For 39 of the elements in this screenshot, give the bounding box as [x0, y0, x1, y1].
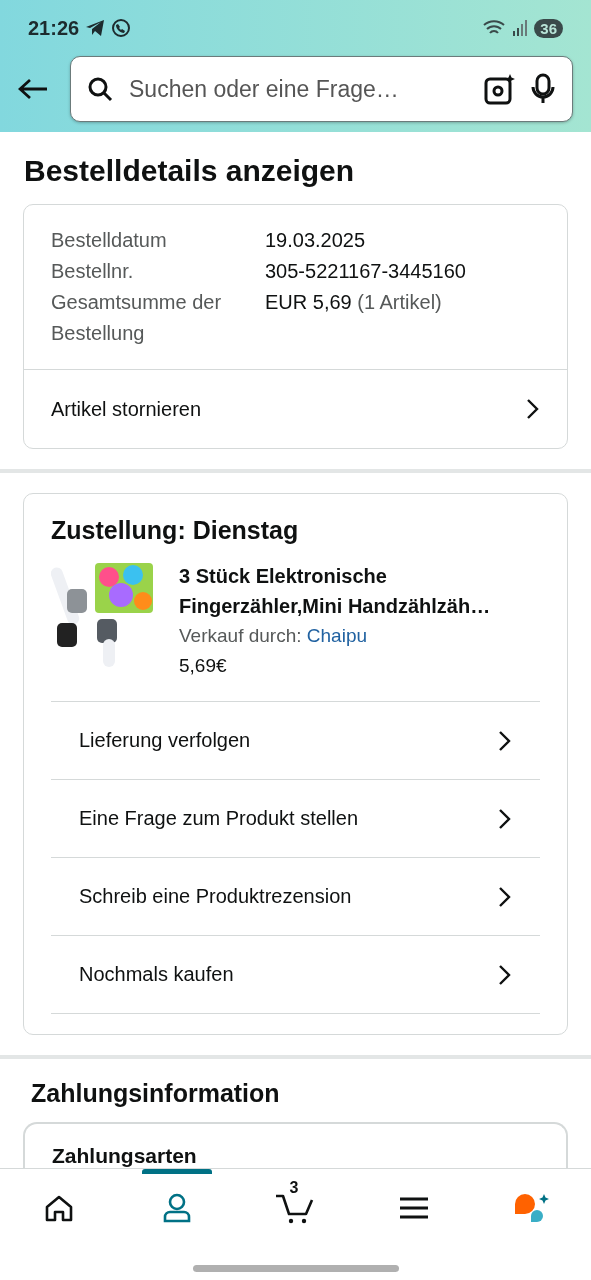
chat-phone-icon	[111, 18, 132, 38]
signal-icon	[512, 20, 529, 36]
status-time: 21:26	[28, 16, 80, 40]
seller-link[interactable]: Chaipu	[306, 625, 368, 646]
product-title[interactable]: 3 Stück Elektronische Fingerzähler,Mini Handzählzäh…	[179, 561, 540, 621]
action-row[interactable]: Eine Frage zum Produkt stellen	[51, 780, 540, 858]
section-title: Zahlungsinformation	[31, 1079, 281, 1108]
page-title: Bestelldetails anzeigen	[24, 154, 356, 188]
summary-value: 19.03.2025	[265, 228, 367, 253]
chevron-right-icon	[498, 885, 512, 908]
summary-label: Bestelldatum	[51, 228, 168, 253]
cancel-items-row[interactable]: Artikel stornieren	[24, 370, 567, 448]
camera-icon[interactable]	[484, 73, 516, 105]
summary-value: 305-5221167-3445160	[265, 259, 467, 284]
cart-count: 3	[289, 1179, 299, 1197]
chevron-right-icon	[498, 963, 512, 986]
search-icon	[87, 76, 113, 102]
menu-icon	[398, 1195, 429, 1220]
product-price: 5,69€	[179, 654, 228, 678]
action-row[interactable]: Lieferung verfolgen	[51, 702, 540, 780]
summary-label: Gesamtsumme der Bestellung	[51, 290, 223, 346]
battery-level: 36	[534, 18, 563, 38]
microphone-icon[interactable]	[530, 73, 556, 105]
search-bar[interactable]: Suchen oder eine Frage…	[70, 56, 573, 122]
action-row[interactable]: Schreib eine Produktrezension	[51, 858, 540, 936]
summary-label: Bestellnr.	[51, 259, 135, 284]
chevron-right-icon	[526, 398, 540, 420]
action-row[interactable]: Nochmals kaufen	[51, 936, 540, 1014]
paper-plane-icon	[85, 19, 106, 37]
chevron-right-icon	[498, 729, 512, 752]
chevron-right-icon	[498, 807, 512, 830]
nav-tab[interactable]: 3	[260, 1169, 331, 1241]
delivery-title: Zustellung: Dienstag	[51, 516, 300, 545]
card-title: Zahlungsarten	[52, 1144, 197, 1167]
seller-line: Verkauf durch: Chaipu	[179, 624, 369, 648]
home-icon	[44, 1193, 75, 1222]
back-arrow-icon[interactable]	[18, 78, 48, 100]
chat-bubbles-icon	[512, 1191, 551, 1224]
summary-value: EUR 5,69 (1 Artikel)	[265, 290, 443, 315]
